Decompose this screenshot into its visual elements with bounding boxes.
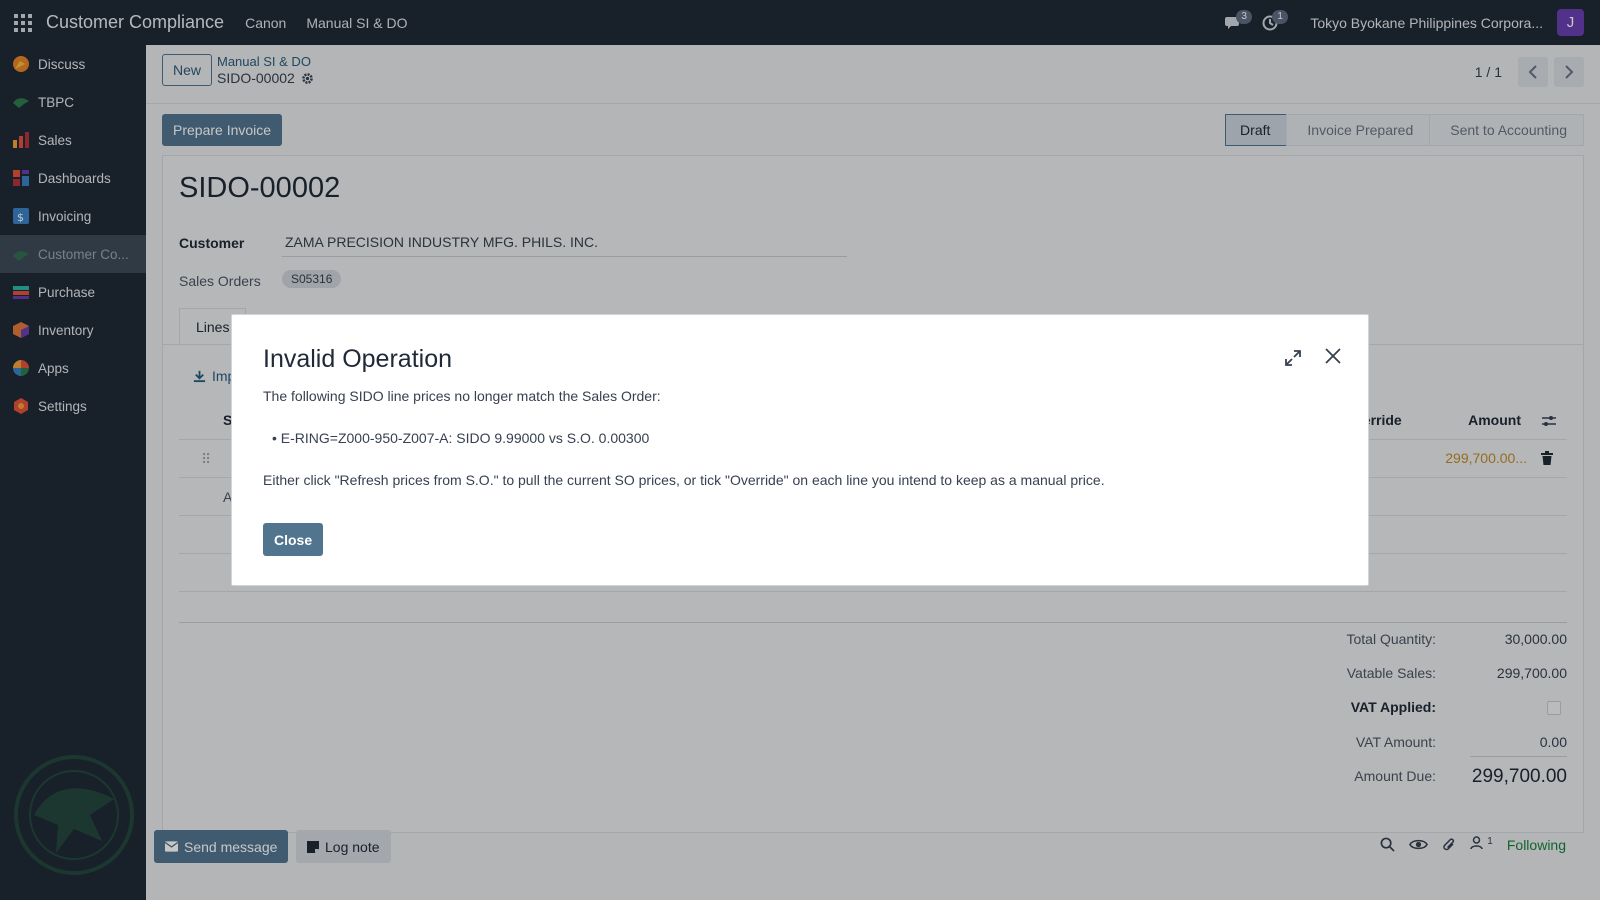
expand-icon[interactable] bbox=[1284, 349, 1302, 367]
dialog-instruction-text: Either click "Refresh prices from S.O." … bbox=[263, 472, 1105, 488]
invalid-operation-dialog: Invalid Operation The following SIDO lin… bbox=[231, 314, 1369, 586]
mismatch-text: E-RING=Z000-950-Z007-A: SIDO 9.99000 vs … bbox=[280, 430, 650, 446]
dialog-title: Invalid Operation bbox=[263, 345, 453, 373]
close-button[interactable]: Close bbox=[263, 523, 324, 556]
bullet-dot: • bbox=[272, 430, 281, 446]
close-icon[interactable] bbox=[1324, 347, 1342, 365]
dialog-intro-text: The following SIDO line prices no longer… bbox=[263, 388, 661, 404]
dialog-mismatch-item: • E-RING=Z000-950-Z007-A: SIDO 9.99000 v… bbox=[272, 430, 649, 446]
